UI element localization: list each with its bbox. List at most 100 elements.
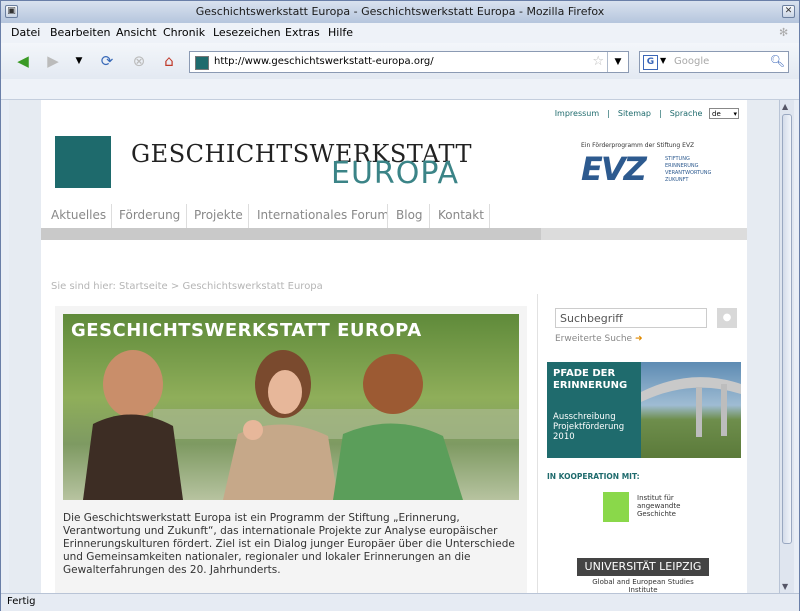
nav-aktuelles[interactable]: Aktuelles: [51, 208, 106, 222]
close-icon[interactable]: ✕: [782, 5, 795, 18]
ifg-text-3: Geschichte: [637, 510, 676, 518]
separator: |: [607, 109, 610, 118]
promo-desc-2: Projektförderung: [553, 422, 625, 432]
search-box[interactable]: G ▼ Google 🔍︎: [639, 51, 789, 73]
hero-title: GESCHICHTSWERKSTATT EUROPA: [71, 320, 422, 341]
nav-internationales-forum[interactable]: Internationales Forum: [257, 208, 389, 222]
top-links: Impressum | Sitemap | Sprache de: [551, 108, 739, 120]
history-dropdown-icon[interactable]: ▼: [69, 51, 89, 71]
search-engine-icon[interactable]: G: [643, 55, 658, 70]
vertical-scrollbar[interactable]: ▲ ▼: [779, 100, 794, 593]
url-dropdown-icon[interactable]: ▼: [607, 52, 628, 72]
advanced-search-link[interactable]: Erweiterte Suche ➜: [555, 334, 643, 344]
evz-tagline: Ein Förderprogramm der Stiftung EVZ: [581, 142, 695, 149]
evz-logo[interactable]: EVZ: [581, 150, 647, 188]
search-placeholder: Google: [674, 56, 710, 67]
header-band: [41, 228, 747, 240]
search-icon[interactable]: 🔍︎: [770, 54, 785, 68]
bridge-image: [641, 377, 741, 437]
back-icon[interactable]: ◀: [13, 51, 33, 71]
site-search-button[interactable]: ●: [717, 308, 737, 328]
stop-icon[interactable]: ⊗: [129, 51, 149, 71]
forward-icon[interactable]: ▶: [43, 51, 63, 71]
web-page: Impressum | Sitemap | Sprache de GESCHICHTSW…: [41, 100, 747, 593]
promo-title: PFADE DER ERINNERUNG: [553, 368, 627, 392]
evz-sub-3: VERANTWORTUNG: [665, 170, 712, 176]
promo-desc-3: 2010: [553, 432, 575, 442]
scroll-up-icon[interactable]: ▲: [782, 102, 788, 111]
browser-window: ▣ Geschichtswerkstatt Europa - Geschicht…: [0, 0, 800, 611]
menu-chronik[interactable]: Chronik: [163, 26, 205, 39]
nav-kontakt[interactable]: Kontakt: [438, 208, 484, 222]
sidebar: Suchbegriff ● Erweiterte Suche ➜ PFADE D…: [541, 294, 747, 593]
home-icon[interactable]: ⌂: [159, 51, 179, 71]
logo-text-line2: EUROPA: [331, 156, 460, 191]
nav-divider: [248, 204, 249, 228]
advanced-search-label: Erweiterte Suche: [555, 334, 633, 344]
main-content: GESCHICHTSWERKSTATT EUROPA Die Geschicht…: [55, 306, 527, 593]
reload-icon[interactable]: ⟳: [97, 51, 117, 71]
nav-divider: [489, 204, 490, 228]
hero-photo: [63, 314, 519, 500]
url-text: http://www.geschichtswerkstatt-europa.or…: [214, 56, 434, 67]
status-bar: Fertig: [1, 593, 799, 611]
favicon-icon: [195, 56, 209, 70]
language-select[interactable]: de: [709, 108, 739, 120]
promo-description: Ausschreibung Projektförderung 2010: [553, 412, 624, 442]
site-search-input[interactable]: Suchbegriff: [555, 308, 707, 328]
column-divider: [537, 294, 538, 593]
menu-bar: Datei Bearbeiten Ansicht Chronik Lesezei…: [1, 23, 799, 43]
url-bar[interactable]: http://www.geschichtswerkstatt-europa.or…: [189, 51, 629, 73]
menu-extras[interactable]: Extras: [285, 26, 320, 39]
window-title: Geschichtswerkstatt Europa - Geschichtsw…: [195, 5, 605, 18]
evz-sub-4: ZUKUNFT: [665, 177, 689, 183]
nav-divider: [429, 204, 430, 228]
nav-foerderung[interactable]: Förderung: [119, 208, 180, 222]
menu-hilfe[interactable]: Hilfe: [328, 26, 353, 39]
sprache-label: Sprache: [669, 109, 703, 118]
ifg-text-1: Institut für: [637, 494, 674, 502]
ifg-logo-icon[interactable]: [603, 492, 629, 522]
nav-divider: [186, 204, 187, 228]
scroll-thumb[interactable]: [782, 114, 792, 544]
evz-sub-1: STIFTUNG: [665, 156, 690, 162]
bookmark-star-icon[interactable]: ☆: [592, 54, 604, 69]
impressum-link[interactable]: Impressum: [555, 109, 599, 118]
uni-leipzig-subtitle: Global and European Studies Institute: [592, 578, 694, 593]
evz-logo-subtitle: STIFTUNG ERINNERUNG VERANTWORTUNG ZUKUNF…: [665, 156, 711, 184]
nav-projekte[interactable]: Projekte: [194, 208, 243, 222]
bridge-photo: [641, 362, 741, 458]
breadcrumb: Sie sind hier: Startseite > Geschichtswe…: [51, 281, 323, 292]
promo-title-1: PFADE DER: [553, 368, 616, 379]
engine-dropdown-icon[interactable]: ▼: [660, 56, 666, 65]
promo-banner[interactable]: PFADE DER ERINNERUNG Ausschreibung Proje…: [547, 362, 741, 458]
ifg-text-2: angewandte: [637, 502, 681, 510]
content-viewport: Impressum | Sitemap | Sprache de GESCHICHTSW…: [9, 100, 779, 593]
nav-divider: [111, 204, 112, 228]
menu-ansicht[interactable]: Ansicht: [116, 26, 157, 39]
nav-blog[interactable]: Blog: [396, 208, 423, 222]
navigation-toolbar: ◀ ▶ ▼ ⟳ ⊗ ⌂ http://www.geschichtswerksta…: [1, 43, 799, 79]
menu-datei[interactable]: Datei: [11, 26, 40, 39]
status-text: Fertig: [7, 596, 36, 607]
scroll-down-icon[interactable]: ▼: [782, 582, 788, 591]
promo-title-2: ERINNERUNG: [553, 380, 628, 391]
bookmarks-toolbar: [1, 79, 799, 100]
nav-divider: [387, 204, 388, 228]
promo-desc-1: Ausschreibung: [553, 412, 616, 422]
cooperation-label: IN KOOPERATION MIT:: [547, 472, 640, 481]
hero-image: GESCHICHTSWERKSTATT EUROPA: [63, 314, 519, 500]
separator: |: [659, 109, 662, 118]
title-bar: ▣ Geschichtswerkstatt Europa - Geschicht…: [1, 1, 799, 24]
arrow-right-icon: ➜: [634, 334, 643, 344]
ifg-logo-text: Institut für angewandte Geschichte: [637, 494, 680, 518]
intro-text: Die Geschichtswerkstatt Europa ist ein P…: [63, 512, 515, 576]
menu-bearbeiten[interactable]: Bearbeiten: [50, 26, 110, 39]
throbber-icon: ✻: [779, 26, 789, 39]
main-navigation: Aktuelles Förderung Projekte Internation…: [41, 200, 747, 226]
evz-sub-2: ERINNERUNG: [665, 163, 699, 169]
sitemap-link[interactable]: Sitemap: [618, 109, 651, 118]
logo-square: [55, 136, 111, 188]
menu-lesezeichen[interactable]: Lesezeichen: [213, 26, 281, 39]
uni-leipzig-logo[interactable]: UNIVERSITÄT LEIPZIG: [577, 558, 709, 576]
